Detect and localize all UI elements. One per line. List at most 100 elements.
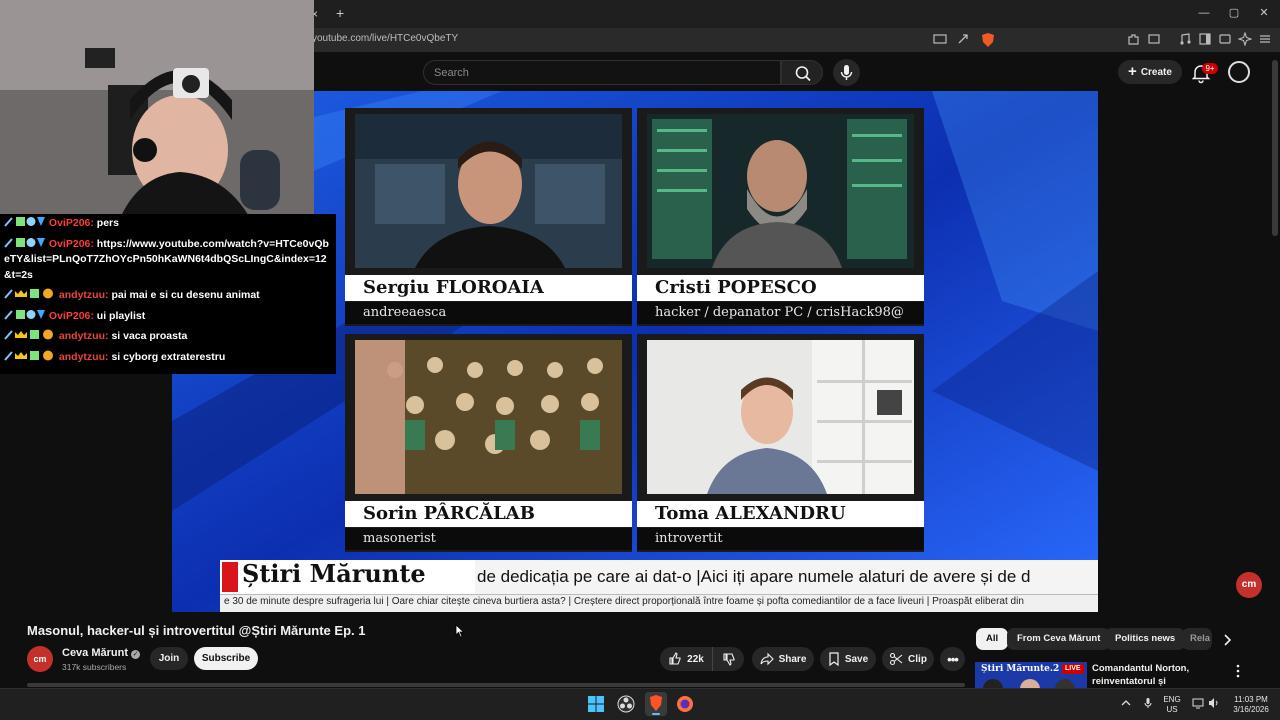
chip-from-channel[interactable]: From Ceva Mărunt: [1007, 628, 1111, 650]
like-button[interactable]: 22k: [660, 647, 712, 671]
taskbar-app-brave[interactable]: [645, 692, 667, 716]
guest-name-4: Toma ALEXANDRU: [637, 501, 924, 527]
more-actions-button[interactable]: •••: [940, 647, 965, 671]
maximize-button[interactable]: ▢: [1226, 6, 1242, 20]
chip-all[interactable]: All: [976, 628, 1009, 650]
channel-name-text: Ceva Mărunt: [62, 647, 129, 659]
guest-photo-3: [355, 340, 622, 494]
chat-text: si vaca proasta: [111, 330, 188, 342]
chip-politics-news[interactable]: Politics news: [1105, 628, 1186, 650]
show-brand-name: Știri Mărunte: [242, 559, 426, 588]
wallet-alt-icon[interactable]: [1218, 32, 1234, 48]
guest-role-2: hacker / depanator PC / crisHack98@: [637, 302, 924, 324]
subscribe-button[interactable]: Subscribe: [194, 647, 258, 670]
channel-name[interactable]: Ceva Mărunt ✓: [62, 647, 141, 659]
join-button[interactable]: Join: [150, 647, 188, 670]
close-window-button[interactable]: ✕: [1256, 6, 1272, 20]
chat-badges: [4, 217, 45, 227]
guest-name-1: Sergiu FLOROAIA: [345, 275, 632, 301]
share-label: Share: [778, 653, 807, 665]
ticker-crawl-text: e 30 de minute despre sufrageria lui | O…: [224, 596, 1024, 607]
notification-count-badge: 9+: [1202, 63, 1218, 74]
verified-icon: ✓: [131, 650, 141, 659]
leo-ai-icon[interactable]: [1238, 32, 1254, 48]
subscriber-count: 317k subscribers: [62, 662, 127, 672]
account-avatar[interactable]: [1228, 61, 1250, 83]
guest-role-4: introvertit: [637, 528, 924, 550]
more-vertical-icon: [1236, 664, 1240, 678]
chat-overlay: OviP206: pers OviP206: https://www.youtu…: [0, 214, 336, 374]
media-icon[interactable]: [1178, 32, 1194, 48]
obs-icon: [617, 695, 635, 713]
tray-mic[interactable]: [1142, 697, 1154, 709]
chip-related[interactable]: Rela: [1182, 628, 1212, 650]
channel-logo-float[interactable]: cm: [1236, 572, 1262, 598]
chat-message: OviP206: https://www.youtube.com/watch?v…: [4, 237, 329, 281]
taskbar-app-obs[interactable]: [617, 695, 635, 713]
microphone-tray-icon: [1144, 698, 1152, 708]
live-badge: LIVE: [1062, 664, 1084, 674]
share-button[interactable]: Share: [752, 647, 814, 671]
volume-icon: [1209, 698, 1218, 708]
sidebar-toggle-icon[interactable]: [1198, 32, 1214, 48]
chat-badges: [4, 237, 45, 248]
streamer-webcam: [0, 0, 314, 218]
minimize-button[interactable]: —: [1196, 6, 1212, 20]
start-button[interactable]: [587, 695, 605, 713]
guest-panel-3: Sorin PÂRCĂLAB masonerist: [345, 334, 632, 552]
cast-icon[interactable]: [933, 32, 949, 48]
clock-date: 3/16/2026: [1233, 705, 1269, 714]
dislike-button[interactable]: [712, 647, 744, 671]
create-button[interactable]: + Create: [1118, 60, 1182, 84]
chat-username[interactable]: andytzuu: [59, 330, 105, 342]
menu-icon[interactable]: [1258, 32, 1274, 48]
description-divider: [27, 683, 965, 687]
share-icon: [760, 652, 774, 666]
share-page-icon[interactable]: [956, 32, 972, 48]
tray-volume[interactable]: [1208, 697, 1220, 709]
mouse-cursor: [455, 624, 465, 638]
lang-top: ENG: [1163, 695, 1181, 704]
chat-username[interactable]: OviP206: [49, 310, 90, 322]
guest-photo-2: [647, 114, 914, 268]
search-button[interactable]: [781, 60, 823, 85]
chat-message: andytzuu: pai mai e si cu desenu animat: [4, 288, 332, 304]
microphone-icon: [840, 65, 853, 80]
voice-search-button[interactable]: [833, 59, 860, 86]
url-field[interactable]: youtube.com/live/HTCe0vQbeTY: [312, 33, 458, 44]
more-horizontal-icon: •••: [947, 651, 959, 667]
like-count: 22k: [687, 653, 704, 665]
chat-username[interactable]: andytzuu: [59, 351, 105, 363]
scissors-icon: [889, 652, 903, 666]
chat-username[interactable]: andytzuu: [59, 289, 105, 301]
new-tab-button[interactable]: +: [336, 5, 344, 21]
firefox-icon: [677, 696, 693, 712]
channel-avatar[interactable]: cm: [27, 646, 53, 672]
chat-text: si cyborg extraterestru: [111, 350, 226, 363]
thumbs-down-icon: [722, 653, 735, 666]
input-language[interactable]: ENG US: [1160, 695, 1184, 715]
page-scrollbar[interactable]: [1272, 60, 1278, 236]
tray-chevron[interactable]: [1120, 697, 1132, 709]
extensions-icon[interactable]: [1126, 32, 1142, 48]
chat-username[interactable]: OviP206: [49, 238, 90, 250]
chat-badges: [4, 288, 53, 299]
chat-badges: [4, 350, 53, 361]
chat-username[interactable]: OviP206: [49, 217, 90, 229]
wallet-icon[interactable]: [1147, 32, 1163, 48]
related-more-button[interactable]: [1232, 663, 1244, 679]
save-button[interactable]: Save: [820, 647, 876, 671]
chat-text: pers: [96, 217, 119, 229]
taskbar-app-firefox[interactable]: [676, 695, 694, 713]
tray-network[interactable]: [1192, 697, 1204, 709]
guest-name-3: Sorin PÂRCĂLAB: [345, 501, 632, 527]
related-thumb-title: Știri Mărunte.2: [981, 664, 1060, 674]
clock[interactable]: 11:03 PM 3/16/2026: [1226, 695, 1276, 715]
chips-next-button[interactable]: [1216, 630, 1238, 650]
guest-photo-1: [355, 114, 622, 268]
guest-panel-4: Toma ALEXANDRU introvertit: [637, 334, 924, 552]
chevron-up-icon: [1121, 700, 1131, 706]
brave-shield-icon[interactable]: [980, 32, 996, 48]
search-input[interactable]: [434, 66, 764, 80]
clip-button[interactable]: Clip: [882, 647, 934, 671]
